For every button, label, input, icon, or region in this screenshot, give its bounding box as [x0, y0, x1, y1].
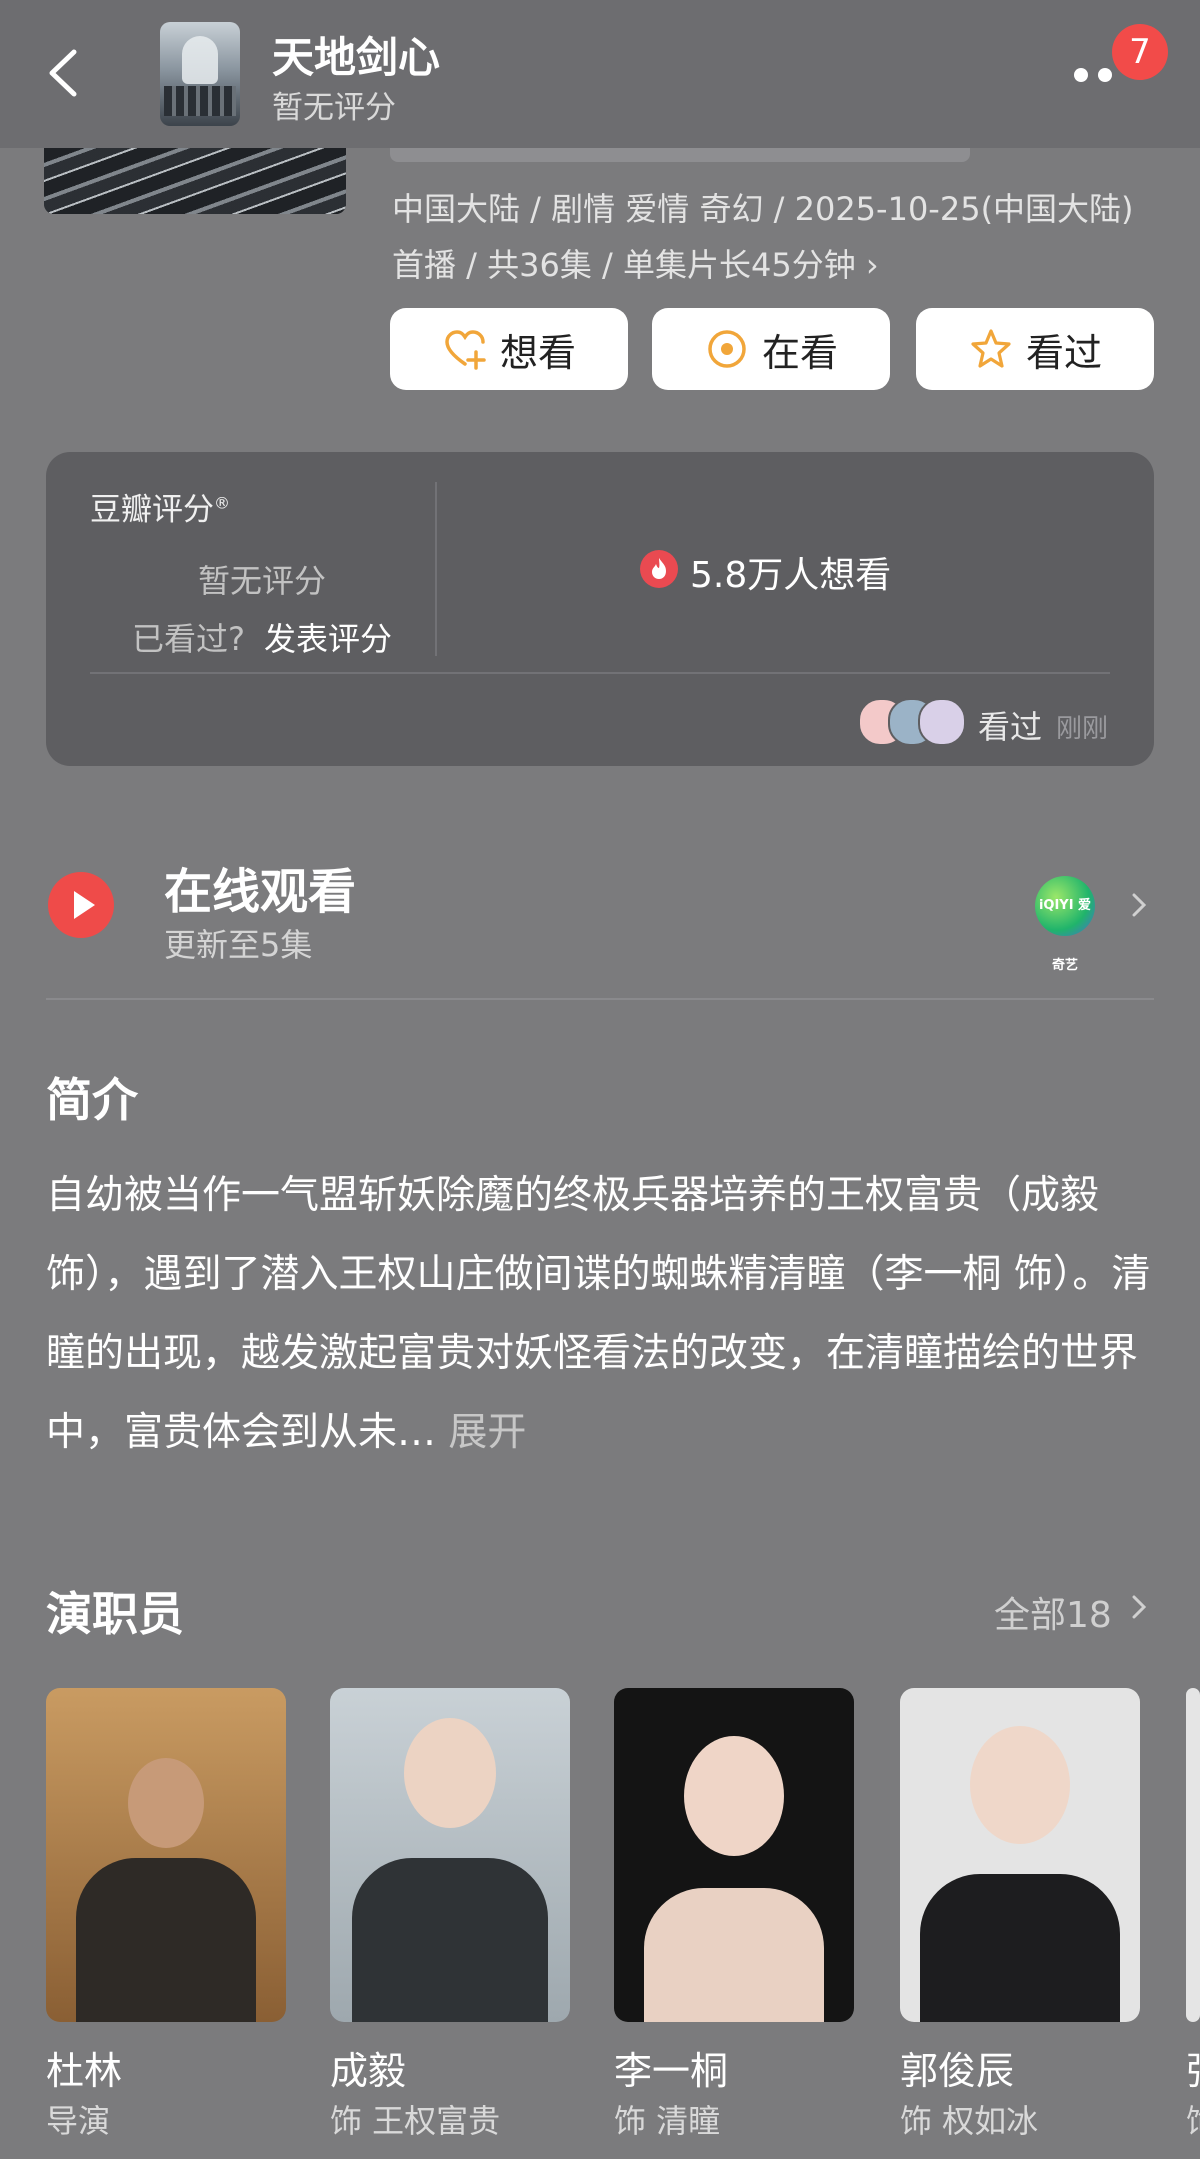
want-to-watch-label: 想看 [499, 330, 576, 375]
watching-label: 在看 [761, 330, 838, 375]
cast-photo[interactable] [900, 1688, 1140, 2022]
synopsis-text: 自幼被当作一气盟斩妖除魔的终极兵器培养的王权富贵（成毅 饰），遇到了潜入王权山庄… [46, 1173, 1151, 1455]
star-icon [971, 329, 1011, 368]
watched-label: 看过 [1025, 330, 1102, 375]
play-icon [48, 872, 114, 938]
header-bar-stub [390, 148, 970, 162]
cast-role: 饰 [1186, 2096, 1200, 2142]
poster-image[interactable] [44, 148, 346, 214]
friend-watched-time: 刚刚 [1056, 714, 1109, 744]
target-circle-icon [708, 330, 746, 368]
rating-status: 暂无评分 [272, 90, 396, 126]
douban-rating-label: 豆瓣评分® [90, 492, 230, 528]
cast-role: 导演 [46, 2102, 111, 2140]
cast-photo[interactable] [330, 1688, 570, 2022]
poster-thumbnail[interactable] [160, 22, 240, 126]
expand-link[interactable]: 展开 [448, 1410, 526, 1455]
cast-role: 饰 王权富贵 [330, 2102, 501, 2140]
page-title: 天地剑心 [272, 33, 441, 82]
friend-watched-label: 看过 [978, 708, 1043, 746]
back-button[interactable] [30, 38, 100, 108]
no-rating-text: 暂无评分 [198, 562, 327, 600]
chevron-right-icon [1132, 1595, 1147, 1619]
synopsis-heading: 简介 [46, 1073, 138, 1127]
cast-role: 饰 权如冰 [900, 2102, 1039, 2140]
more-dots-icon [1074, 68, 1088, 82]
post-rating-link[interactable]: 发表评分 [264, 614, 392, 660]
cast-name: 張 [1186, 2040, 1200, 2095]
divider [46, 998, 1154, 1000]
chevron-left-icon [49, 49, 77, 97]
cast-role: 饰 清瞳 [614, 2102, 721, 2140]
chevron-right-icon [1132, 893, 1147, 917]
friend-avatars[interactable] [858, 698, 978, 746]
cast-heading: 演职员 [46, 1587, 184, 1641]
cast-name: 郭俊辰 [900, 2049, 1015, 2093]
watched-button[interactable]: 看过 [916, 308, 1154, 390]
meta-info-line2[interactable]: 首播 / 共36集 / 单集片长45分钟 › [392, 240, 879, 286]
iqiyi-logo-icon: iQIYI 爱奇艺 [1035, 876, 1095, 973]
cast-photo[interactable] [614, 1688, 854, 2022]
cast-name: 李一桐 [614, 2049, 729, 2093]
flame-icon [640, 550, 678, 588]
seen-prompt: 已看过? [132, 620, 245, 658]
cast-photo[interactable] [46, 1688, 286, 2022]
meta-info-line1: 中国大陆 / 剧情 爱情 奇幻 / 2025-10-25(中国大陆) [392, 190, 1134, 228]
cast-name: 成毅 [330, 2049, 407, 2093]
avatar [918, 698, 966, 746]
watching-button[interactable]: 在看 [652, 308, 890, 390]
online-watch-title: 在线观看 [164, 864, 357, 920]
want-to-watch-count: 5.8万人想看 [690, 555, 892, 596]
cast-photo[interactable] [1186, 1688, 1200, 2022]
cast-name: 杜林 [46, 2049, 123, 2093]
online-watch-update: 更新至5集 [164, 926, 313, 964]
divider [90, 672, 1110, 674]
cast-view-all[interactable]: 全部18 [994, 1586, 1112, 1638]
notification-badge: 7 [1112, 24, 1168, 80]
divider [435, 482, 437, 656]
want-to-watch-button[interactable]: 想看 [390, 308, 628, 390]
heart-plus-icon [445, 330, 486, 370]
